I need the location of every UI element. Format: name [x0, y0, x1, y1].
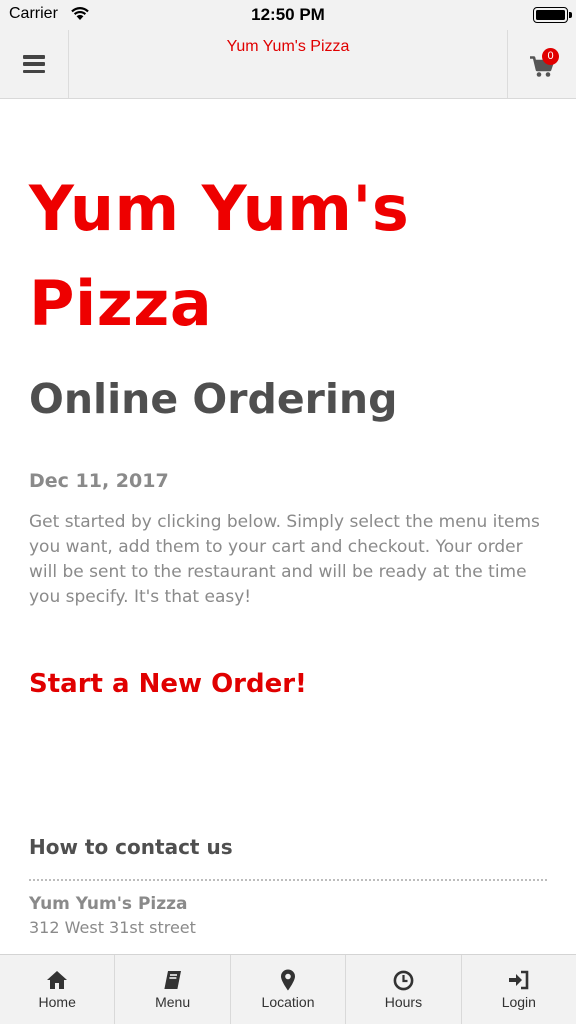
tab-login-label: Login: [501, 994, 536, 1010]
tab-menu[interactable]: Menu: [115, 955, 231, 1024]
tab-location[interactable]: Location: [231, 955, 347, 1024]
tab-bar: Home Menu Location Hours Login: [0, 954, 576, 1024]
cart-count-badge: 0: [542, 48, 559, 65]
header-title: Yum Yum's Pizza: [226, 38, 350, 55]
tab-location-label: Location: [261, 994, 315, 1010]
app-header: Yum Yum's Pizza 0: [0, 30, 576, 99]
contact-address: 312 West 31st street: [29, 918, 196, 937]
intro-text: Get started by clicking below. Simply se…: [29, 512, 540, 607]
page-title: Yum Yum's Pizza: [29, 172, 410, 340]
page-subtitle: Online Ordering: [29, 375, 398, 423]
post-date: Dec 11, 2017: [29, 470, 169, 492]
start-new-order-link[interactable]: Start a New Order!: [29, 669, 307, 699]
cart-button[interactable]: 0: [507, 30, 576, 98]
sign-in-icon: [508, 969, 530, 991]
home-icon: [46, 969, 68, 991]
menu-button[interactable]: [0, 30, 69, 98]
hamburger-icon: [23, 55, 45, 73]
tab-hours[interactable]: Hours: [346, 955, 462, 1024]
contact-name: Yum Yum's Pizza: [29, 894, 188, 914]
battery-icon: [533, 7, 572, 23]
map-pin-icon: [277, 969, 299, 991]
contact-heading: How to contact us: [29, 835, 233, 859]
main-content: Yum Yum's Pizza Online Ordering Dec 11, …: [0, 99, 576, 954]
status-bar: Carrier 12:50 PM: [0, 0, 576, 30]
clock-icon: [392, 969, 414, 991]
tab-home[interactable]: Home: [0, 955, 116, 1024]
status-time: 12:50 PM: [251, 5, 325, 24]
contact-divider: [29, 879, 547, 881]
tab-hours-label: Hours: [384, 994, 423, 1010]
tab-home-label: Home: [38, 994, 76, 1010]
book-icon: [162, 969, 184, 991]
tab-menu-label: Menu: [155, 994, 191, 1010]
tab-login[interactable]: Login: [462, 955, 576, 1024]
